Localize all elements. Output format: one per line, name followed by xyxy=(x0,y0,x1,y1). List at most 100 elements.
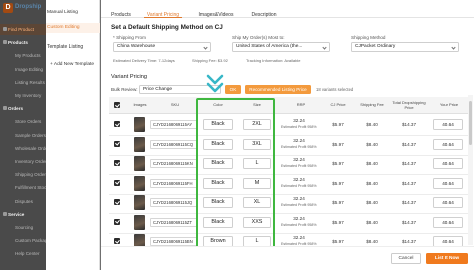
bulk-ok-button[interactable]: OK xyxy=(225,85,241,94)
shipping-from-select[interactable]: China Warehouse xyxy=(113,42,211,52)
sku-input[interactable]: CJYD2168069115FH xyxy=(150,178,198,188)
variant-image xyxy=(134,136,145,152)
logo: D Dropship xyxy=(3,3,41,15)
rrp-value: 32.24 xyxy=(293,137,305,143)
manual-listing-link[interactable]: Manual Listing xyxy=(46,10,100,15)
row-checkbox[interactable] xyxy=(114,199,120,205)
sku-input[interactable]: CJYD2168069115AY xyxy=(150,120,198,129)
variant-pricing-modal: Products Variant Pricing Images&Videos D… xyxy=(101,0,474,270)
tab-variant-pricing[interactable]: Variant Pricing xyxy=(144,0,182,18)
scrollbar-thumb[interactable] xyxy=(469,101,472,145)
sidebar-item-label: Find Product xyxy=(8,27,35,32)
color-value[interactable]: Black xyxy=(203,216,233,228)
cj-price: $5.97 xyxy=(332,219,344,225)
select-all-checkbox[interactable] xyxy=(114,102,120,108)
custom-editing-link[interactable]: Custom Editing xyxy=(46,23,100,33)
sidebar-item-shipping-orders[interactable]: Shipping Orders xyxy=(0,169,49,180)
sidebar-item-my-inventory[interactable]: My Inventory xyxy=(0,90,46,101)
shipping-fee-value: $8.40 xyxy=(366,219,378,225)
list-it-now-button[interactable]: List It Now xyxy=(426,253,468,264)
size-value[interactable]: XXS xyxy=(243,216,271,228)
sku-input[interactable]: CJYD2168069115CQ xyxy=(150,139,198,149)
shipping-section-title: Set a Default Shipping Method on CJ xyxy=(111,24,223,31)
sidebar-item-custom-packaging[interactable]: Custom Packaging xyxy=(0,235,54,246)
sidebar-item-help-center[interactable]: Help Center xyxy=(0,248,46,259)
row-checkbox[interactable] xyxy=(114,179,120,186)
template-listing-heading: Template Listing xyxy=(47,44,84,50)
size-value[interactable]: M xyxy=(243,177,271,189)
col-shipping-fee: Shipping Fee xyxy=(360,102,384,108)
sku-input[interactable]: CJYD2168069115JQ xyxy=(150,198,198,207)
row-checkbox[interactable] xyxy=(114,160,120,166)
col-images: Images xyxy=(133,102,147,108)
sidebar-item-store-orders[interactable]: Store Orders xyxy=(0,116,46,127)
tab-description[interactable]: Description xyxy=(249,0,279,18)
color-value[interactable]: Black xyxy=(203,177,233,189)
row-checkbox[interactable] xyxy=(114,238,120,244)
sidebar-item-image-editing[interactable]: Image Editing xyxy=(0,64,46,75)
sidebar-item-my-products[interactable]: My Products xyxy=(0,50,46,61)
sidebar-icon xyxy=(3,40,7,45)
cancel-button[interactable]: Cancel xyxy=(391,253,421,264)
estimated-profit: Estimated Profit 958% xyxy=(281,144,317,149)
add-template-link[interactable]: + Add New Template xyxy=(46,62,100,67)
estimated-profit: Estimated Profit 958% xyxy=(281,183,317,188)
sidebar-item-wholesale-orders[interactable]: Wholesale Orders xyxy=(0,143,52,154)
estimated-profit: Estimated Profit 958% xyxy=(281,164,317,168)
sidebar-item-orders[interactable]: Orders xyxy=(0,103,46,114)
size-value[interactable]: 3XL xyxy=(243,138,271,150)
bulk-review-value: Price Change xyxy=(143,87,173,92)
total-price: $14.37 xyxy=(401,219,417,225)
sku-input[interactable]: CJYD2168069115KN xyxy=(150,159,198,168)
sidebar-item-listing-results[interactable]: Listing Results xyxy=(0,77,46,88)
color-value[interactable]: Black xyxy=(203,197,233,208)
sidebar-item-sourcing[interactable]: Sourcing xyxy=(0,222,46,233)
add-template-label: Add New Template xyxy=(53,62,95,67)
size-value[interactable]: XL xyxy=(243,197,271,208)
rrp-value: 32.24 xyxy=(293,235,305,240)
size-value[interactable]: L xyxy=(243,158,271,169)
col-total-price: Total Dropshipping Price xyxy=(392,99,426,110)
color-value[interactable]: Black xyxy=(203,158,233,169)
your-price-input[interactable]: 40.64 xyxy=(433,158,463,169)
shipping-method-select[interactable]: CJPacket Ordinary xyxy=(351,42,459,52)
tracking-info: Tracking Information: Available xyxy=(246,58,301,63)
sku-input[interactable]: CJYD2168069115BN xyxy=(150,237,198,246)
shipping-fee-value: $8.40 xyxy=(366,239,378,244)
sidebar-item-label: Sourcing xyxy=(15,225,34,230)
sidebar-item-find-product[interactable]: Find Product xyxy=(0,24,46,35)
sidebar-item-label: Disputes xyxy=(15,198,33,204)
row-checkbox[interactable] xyxy=(114,140,120,147)
table-scrollbar[interactable] xyxy=(468,95,473,245)
row-checkbox[interactable] xyxy=(114,121,120,127)
color-value[interactable]: Black xyxy=(203,119,233,130)
shipping-method-value: CJPacket Ordinary xyxy=(355,44,396,49)
tab-images-videos[interactable]: Images&Videos xyxy=(198,0,234,18)
your-price-input[interactable]: 40.64 xyxy=(433,138,463,150)
shipping-fee-value: $8.40 xyxy=(366,180,378,186)
size-value[interactable]: 2XL xyxy=(243,119,271,130)
recommended-price-button[interactable]: Recommended Listing Price xyxy=(245,85,311,94)
col-size: Size xyxy=(253,102,261,108)
your-price-input[interactable]: 40.64 xyxy=(433,216,463,228)
col-rrp: RRP xyxy=(296,102,306,108)
sidebar-item-disputes[interactable]: Disputes xyxy=(0,196,46,207)
row-checkbox[interactable] xyxy=(114,218,120,225)
sidebar-item-label: Shipping Orders xyxy=(15,172,49,178)
chevron-down-icon xyxy=(322,45,327,50)
your-price-input[interactable]: 40.64 xyxy=(433,119,463,130)
estimated-profit: Estimated Profit 958% xyxy=(281,222,317,227)
your-price-input[interactable]: 40.64 xyxy=(433,177,463,189)
sku-input[interactable]: CJYD2168069115ZT xyxy=(150,217,198,227)
your-price-input[interactable]: 40.64 xyxy=(433,197,463,208)
sidebar-item-inventory-orders[interactable]: Inventory Orders xyxy=(0,156,49,167)
sidebar-item-fulfillment-stock[interactable]: Fulfillment Stock xyxy=(0,182,49,193)
rrp-value: 32.24 xyxy=(293,215,305,221)
tab-products[interactable]: Products xyxy=(107,0,135,18)
color-value[interactable]: Black xyxy=(203,138,233,150)
sidebar-item-service[interactable]: Service xyxy=(0,209,46,220)
ship-to-select[interactable]: United States of America (the... xyxy=(232,42,330,52)
logo-badge: D xyxy=(3,3,13,13)
sidebar-item-products[interactable]: Products xyxy=(0,37,46,48)
sidebar-item-sample-orders[interactable]: Sample Orders xyxy=(0,130,46,141)
